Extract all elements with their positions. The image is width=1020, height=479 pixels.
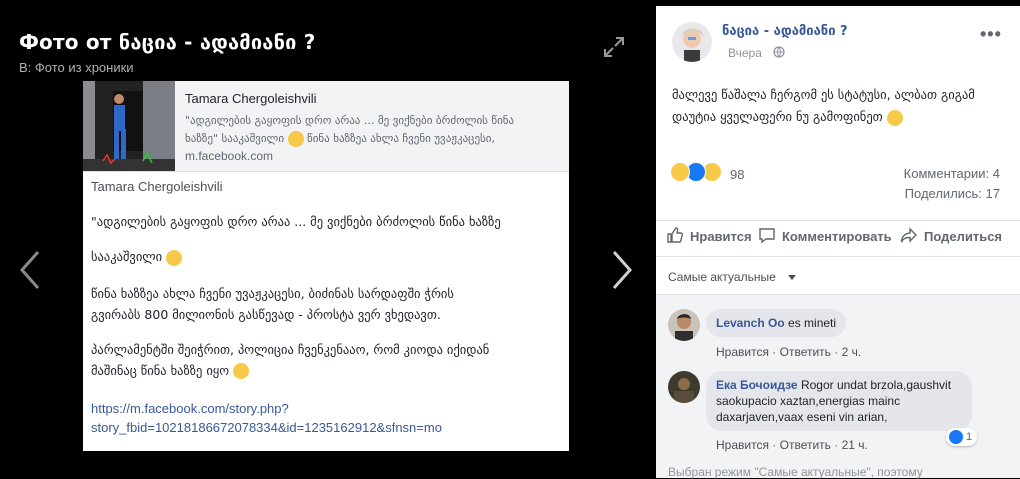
avatar[interactable] (672, 22, 712, 62)
viewer-subtitle[interactable]: В: Фото из хроники (19, 60, 134, 75)
shared-post-paragraph: სააკაშვილი (91, 249, 163, 264)
comment-like-link[interactable]: Нравится (716, 345, 769, 359)
comment-text: es mineti (788, 316, 837, 330)
shares-count[interactable]: Поделились: 17 (905, 186, 1000, 201)
more-options-button[interactable]: ••• (980, 24, 1002, 45)
post-actions-bar: Нравится Комментировать Поделиться (656, 220, 1020, 251)
comment-author[interactable]: Levanch Oo (716, 316, 785, 330)
privacy-globe-icon[interactable] (773, 46, 785, 58)
comment-meta: Нравится · Ответить · 2 ч. (716, 345, 862, 359)
comment-text: Rogor undat brzola,gaushvit (800, 378, 952, 392)
comments-list: Levanch Oo es mineti Нравится · Ответить… (656, 294, 1020, 479)
post-status-body: მალევე წაშალა ჩერგომ ეს სტატუსი, ალბათ გ… (672, 87, 975, 124)
comment-sort-dropdown[interactable]: Самые актуальные (656, 256, 1020, 295)
thumbs-up-icon (667, 227, 683, 243)
comment-author[interactable]: Ека Бочоидзе (716, 378, 798, 392)
comments-count[interactable]: Комментарии: 4 (904, 166, 1000, 181)
viewer-title: Фото от ნაცია - ადამიანი ? (19, 30, 316, 54)
share-button-label: Поделиться (924, 229, 1003, 244)
avatar[interactable] (668, 371, 700, 403)
comment-bubble: Levanch Oo es mineti (706, 309, 847, 337)
laughing-emoji-icon (287, 131, 304, 147)
preview-snippet-line: ხაზზე" სააკაშვილი (185, 132, 285, 145)
preview-thumbnail (83, 81, 175, 171)
comment-bubble: Ека Бочоидзе Rogor undat brzola,gaushvit… (706, 371, 972, 431)
comment-text: daxarjaven,vaax eseni vin arian, (716, 410, 888, 424)
like-button-label: Нравится (690, 229, 752, 244)
laughing-emoji-icon (166, 249, 183, 266)
comment-like-link[interactable]: Нравится (716, 438, 769, 452)
shared-post-paragraph: წინა ხაზზეა ახლა ჩვენი უვაჟკაცესი, ბიძინ… (91, 285, 454, 301)
comment-reply-link[interactable]: Ответить (780, 438, 831, 452)
post-author-name[interactable]: ნაცია - ადამიანი ? (722, 24, 848, 39)
expand-icon[interactable] (603, 36, 625, 58)
previous-arrow-icon[interactable] (16, 248, 46, 292)
preview-snippet: "ადგილების გაყოფის დრო არაა ... მე ვიქნე… (185, 112, 561, 148)
comment-like-number: 1 (966, 431, 973, 443)
next-arrow-icon[interactable] (606, 248, 636, 292)
post-status-text: მალევე წაშალა ჩერგომ ეს სტატუსი, ალბათ გ… (672, 84, 1002, 128)
comment-reply-link[interactable]: Ответить (780, 345, 831, 359)
post-date[interactable]: Вчера (728, 46, 762, 60)
avatar[interactable] (668, 309, 700, 341)
preview-domain: m.facebook.com (185, 149, 274, 163)
comment-like-count[interactable]: 1 (946, 428, 978, 446)
preview-author: Tamara Chergoleishvili (185, 91, 317, 106)
comment-meta: Нравится · Ответить · 21 ч. (716, 438, 868, 452)
shared-post-paragraph: "ადგილების გაყოფის დრო არაა ... მე ვიქნე… (91, 214, 501, 229)
shared-post-body: Tamara Chergoleishvili "ადგილების გაყოფი… (91, 179, 569, 437)
photo-viewer: Фото от ნაცია - ადამიანი ? В: Фото из хр… (0, 0, 656, 477)
shared-post-image[interactable]: Tamara Chergoleishvili "ადგილების გაყოფი… (83, 81, 569, 451)
comment-time[interactable]: 2 ч. (842, 345, 862, 359)
preview-snippet-line: წინა ხაზზეა ახლა ჩვენი უვაჟკაცესი, (307, 132, 495, 145)
shared-post-paragraph: მაშინაც წინა ხაზზე იყო (91, 362, 230, 378)
share-arrow-icon (900, 227, 917, 243)
chevron-down-icon (788, 275, 796, 280)
preview-snippet-line: "ადგილების გაყოფის დრო არაა ... მე ვიქნე… (185, 114, 515, 127)
like-reaction-icon (949, 430, 963, 445)
comment-time[interactable]: 21 ч. (842, 438, 868, 452)
link-preview-card: Tamara Chergoleishvili "ადგილების გაყოფი… (83, 81, 569, 172)
shared-post-paragraph: გვირაბს 800 მილიონის გასწევად - პროსტა ვ… (91, 306, 441, 322)
shared-post-link[interactable]: story_fbid=10218186672078334&id=12351629… (91, 418, 569, 437)
smile-emoji-icon (886, 109, 903, 126)
haha-reaction-icon (670, 162, 690, 182)
shared-post-paragraph: პარლამენტში შეიჭრით, პოლიცია ჩვენკენააო,… (91, 341, 490, 357)
comment-bubble-icon (759, 228, 775, 244)
laughing-emoji-icon (233, 363, 250, 379)
comment-text: saokupacio xaztan,energias mainc (716, 394, 901, 408)
shared-post-author: Tamara Chergoleishvili (91, 179, 223, 194)
reactions-count[interactable]: 98 (730, 167, 744, 182)
shared-post-link[interactable]: https://m.facebook.com/story.php? (91, 399, 569, 418)
comment-sort-label: Самые актуальные (668, 270, 776, 284)
post-sidebar: ნაცია - ადამიანი ? Вчера ••• მალევე წაშა… (656, 6, 1020, 479)
comment-button-label: Комментировать (782, 229, 892, 244)
